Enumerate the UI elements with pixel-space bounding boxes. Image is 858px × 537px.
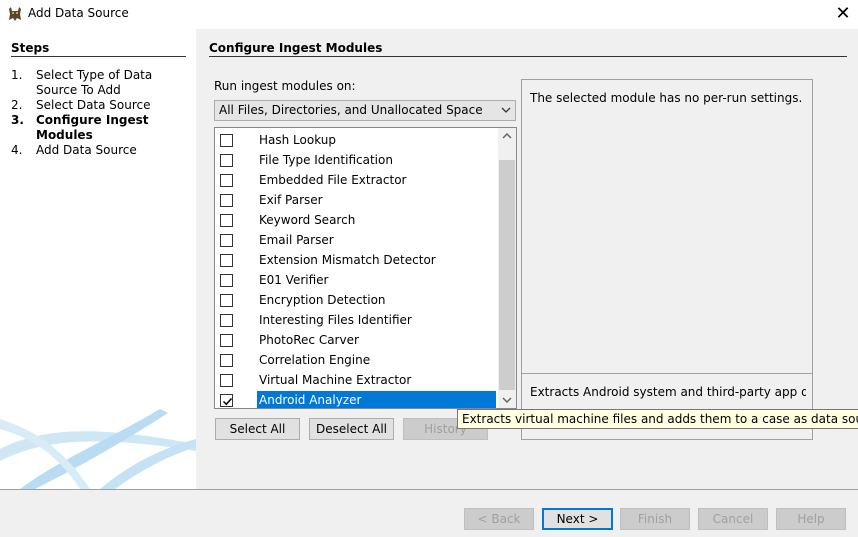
scroll-thumb[interactable] <box>499 160 515 390</box>
module-checkbox[interactable] <box>220 294 233 307</box>
next-button[interactable]: Next > <box>542 508 613 530</box>
footer-bar: < Back Next > Finish Cancel Help <box>0 490 858 537</box>
step-label: Select Type of Data Source To Add <box>36 68 153 97</box>
module-checkbox[interactable] <box>220 194 233 207</box>
module-label: Virtual Machine Extractor <box>259 373 412 387</box>
steps-panel: Steps 1. Select Type of Data Source To A… <box>0 29 196 489</box>
module-label: Email Parser <box>259 233 334 247</box>
autopsy-dog-icon <box>7 6 23 22</box>
steps-divider <box>11 56 186 57</box>
cancel-button[interactable]: Cancel <box>698 508 768 530</box>
step-number: 2. <box>11 98 23 112</box>
module-label: File Type Identification <box>259 153 393 167</box>
module-checkbox[interactable] <box>220 234 233 247</box>
step-label: Add Data Source <box>36 143 137 157</box>
step-number: 4. <box>11 143 23 157</box>
run-on-selected-value: All Files, Directories, and Unallocated … <box>219 103 483 117</box>
module-label: PhotoRec Carver <box>259 333 359 347</box>
module-row[interactable]: Correlation Engine <box>215 350 498 370</box>
module-checkbox[interactable] <box>220 254 233 267</box>
module-row[interactable]: PhotoRec Carver <box>215 330 498 350</box>
module-label: Exif Parser <box>259 193 323 207</box>
module-row[interactable]: Hash Lookup <box>215 130 498 150</box>
step-label: Select Data Source <box>36 98 151 112</box>
module-tooltip: Extracts virtual machine files and adds … <box>457 409 858 429</box>
module-checkbox[interactable] <box>220 174 233 187</box>
step-number: 3. <box>11 113 24 127</box>
page-title: Configure Ingest Modules <box>209 41 383 55</box>
module-row[interactable]: Exif Parser <box>215 190 498 210</box>
module-row[interactable]: Virtual Machine Extractor <box>215 370 498 390</box>
module-checkbox[interactable] <box>220 134 233 147</box>
module-label: E01 Verifier <box>259 273 329 287</box>
module-checkbox[interactable] <box>220 354 233 367</box>
module-settings-panel: The selected module has no per-run setti… <box>521 79 813 440</box>
module-checkbox-checked[interactable] <box>220 394 233 407</box>
scroll-up-arrow-icon[interactable] <box>498 128 516 145</box>
module-checkbox[interactable] <box>220 334 233 347</box>
settings-divider <box>522 373 812 374</box>
settings-message: The selected module has no per-run setti… <box>530 91 803 105</box>
module-label: Hash Lookup <box>259 133 337 147</box>
module-row[interactable]: Keyword Search <box>215 210 498 230</box>
module-label: Interesting Files Identifier <box>259 313 412 327</box>
close-icon[interactable]: ✕ <box>828 0 858 29</box>
module-row[interactable]: Embedded File Extractor <box>215 170 498 190</box>
module-label: Correlation Engine <box>259 353 371 367</box>
module-row[interactable]: Interesting Files Identifier <box>215 310 498 330</box>
module-checkbox[interactable] <box>220 274 233 287</box>
module-row-selected[interactable]: Android Analyzer <box>215 390 498 408</box>
module-row[interactable]: File Type Identification <box>215 150 498 170</box>
step-number: 1. <box>11 68 23 82</box>
module-label: Keyword Search <box>259 213 356 227</box>
chevron-down-icon <box>501 107 511 113</box>
ingest-module-list[interactable]: Hash Lookup File Type Identification Emb… <box>214 127 517 409</box>
module-description: Extracts Android system and third-party … <box>530 385 806 399</box>
finish-button[interactable]: Finish <box>620 508 690 530</box>
module-list-scrollbar[interactable] <box>498 128 516 408</box>
module-row[interactable]: E01 Verifier <box>215 270 498 290</box>
decorative-swoosh <box>0 409 196 489</box>
module-label: Embedded File Extractor <box>259 173 407 187</box>
module-label: Encryption Detection <box>259 293 386 307</box>
module-row[interactable]: Email Parser <box>215 230 498 250</box>
module-checkbox[interactable] <box>220 314 233 327</box>
help-button[interactable]: Help <box>776 508 846 530</box>
select-all-button[interactable]: Select All <box>215 418 300 440</box>
run-on-label: Run ingest modules on: <box>214 79 356 93</box>
title-bar: Add Data Source ✕ <box>0 0 858 29</box>
module-label: Android Analyzer <box>256 390 497 408</box>
deselect-all-button[interactable]: Deselect All <box>309 418 394 440</box>
steps-heading: Steps <box>11 41 50 55</box>
module-label: Extension Mismatch Detector <box>259 253 436 267</box>
back-button[interactable]: < Back <box>464 508 534 530</box>
module-checkbox[interactable] <box>220 374 233 387</box>
module-checkbox[interactable] <box>220 154 233 167</box>
checkmark-icon <box>222 397 233 406</box>
step-label: Configure Ingest Modules <box>36 113 149 142</box>
run-on-dropdown[interactable]: All Files, Directories, and Unallocated … <box>214 100 516 121</box>
title-divider <box>209 56 847 57</box>
scroll-down-arrow-icon[interactable] <box>498 391 516 408</box>
module-row[interactable]: Extension Mismatch Detector <box>215 250 498 270</box>
window-title: Add Data Source <box>28 6 129 20</box>
module-row[interactable]: Encryption Detection <box>215 290 498 310</box>
module-checkbox[interactable] <box>220 214 233 227</box>
